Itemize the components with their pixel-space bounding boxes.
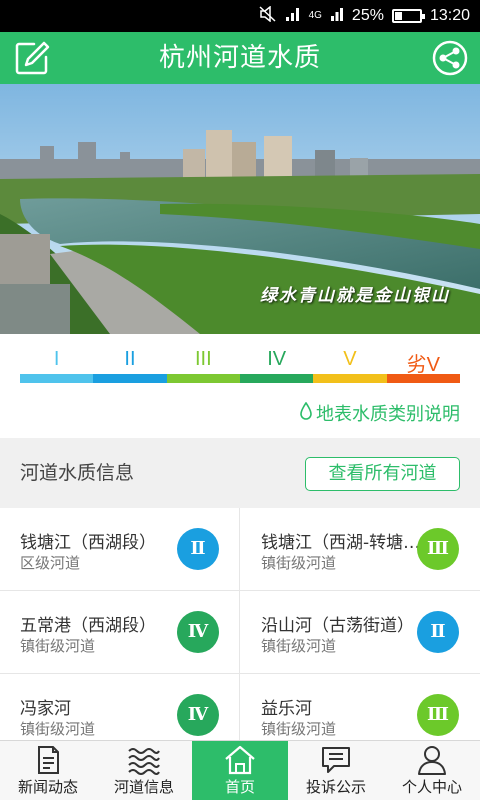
news-icon: [31, 745, 65, 775]
signal-icon-2: [330, 6, 344, 27]
explanation-link-text: 地表水质类别说明: [316, 404, 460, 425]
river-card[interactable]: 沿山河（古荡街道） 镇街级河道 Ⅱ: [240, 591, 480, 674]
user-icon: [415, 745, 449, 775]
river-card[interactable]: 钱塘江（西湖段） 区级河道 Ⅱ: [0, 508, 240, 591]
grade-badge: Ⅱ: [417, 611, 459, 653]
river-level: 镇街级河道: [261, 554, 337, 572]
banner-image[interactable]: 绿水青山就是金山银山: [0, 84, 480, 334]
legend-swatch-4: [239, 374, 314, 383]
legend-labels: I II III IV V 劣V: [20, 348, 460, 377]
water-quality-legend: I II III IV V 劣V 地表水质类别说明: [0, 334, 480, 438]
water-drop-icon: [300, 401, 312, 425]
river-card[interactable]: 钱塘江（西湖-转塘段） 镇街级河道 Ⅲ: [240, 508, 480, 591]
river-name: 钱塘江（西湖-转塘段）: [261, 533, 421, 553]
river-level: 镇街级河道: [261, 637, 337, 655]
app-header: 杭州河道水质: [0, 32, 480, 84]
river-level: 镇街级河道: [20, 720, 96, 738]
river-level: 区级河道: [20, 554, 81, 572]
battery-percent: 25%: [351, 7, 384, 24]
river-section-header: 河道水质信息 查看所有河道: [0, 438, 480, 508]
river-name: 五常港（西湖段）: [20, 616, 156, 636]
river-card[interactable]: 益乐河 镇街级河道 Ⅲ: [240, 674, 480, 740]
battery-icon: [391, 9, 425, 23]
river-level: 镇街级河道: [261, 720, 337, 738]
status-bar: 4G 25% 13:20: [0, 0, 480, 32]
view-all-rivers-button[interactable]: 查看所有河道: [305, 457, 460, 491]
legend-swatch-5: [313, 374, 387, 383]
grade-badge: Ⅲ: [417, 694, 459, 736]
clock: 13:20: [429, 7, 470, 24]
nav-label: 新闻动态: [17, 778, 78, 796]
legend-label-3: III: [194, 348, 212, 370]
nav-label: 投诉公示: [305, 778, 366, 796]
share-icon[interactable]: [432, 40, 468, 76]
river-grid: 钱塘江（西湖段） 区级河道 Ⅱ 钱塘江（西湖-转塘段） 镇街级河道 Ⅲ 五常港（…: [0, 508, 480, 740]
river-waves-icon: [127, 745, 161, 775]
river-name: 冯家河: [20, 699, 71, 719]
legend-swatch-6: [386, 374, 460, 383]
network-type: 4G: [308, 10, 322, 21]
nav-label: 河道信息: [113, 778, 174, 796]
signal-icon: [285, 6, 301, 27]
river-level: 镇街级河道: [20, 637, 96, 655]
legend-color-bar: [20, 374, 460, 383]
banner-caption: 绿水青山就是金山银山: [260, 286, 450, 306]
legend-swatch-2: [93, 374, 167, 383]
section-title: 河道水质信息: [20, 462, 135, 484]
legend-swatch-3: [166, 374, 240, 383]
nav-label: 个人中心: [401, 778, 462, 796]
river-name: 益乐河: [261, 699, 312, 719]
legend-label-5: V: [343, 348, 357, 370]
grade-badge: Ⅳ: [177, 611, 219, 653]
edit-icon[interactable]: [14, 40, 50, 76]
legend-swatch-1: [20, 374, 94, 383]
legend-label-2: II: [124, 348, 136, 370]
page-title: 杭州河道水质: [158, 43, 321, 73]
nav-label: 首页: [224, 778, 255, 796]
grade-badge: Ⅱ: [177, 528, 219, 570]
grade-badge: Ⅳ: [177, 694, 219, 736]
nav-home[interactable]: 首页: [192, 741, 288, 800]
nav-rivers[interactable]: 河道信息: [96, 741, 192, 800]
complaint-message-icon: [319, 745, 353, 775]
river-name: 钱塘江（西湖段）: [20, 533, 156, 553]
legend-label-1: I: [53, 348, 60, 370]
home-icon: [223, 745, 257, 775]
legend-label-4: IV: [267, 348, 287, 370]
river-card[interactable]: 冯家河 镇街级河道 Ⅳ: [0, 674, 240, 740]
bottom-navigation: 新闻动态 河道信息 首页 投诉公示 个人中心: [0, 740, 480, 800]
nav-complaints[interactable]: 投诉公示: [288, 741, 384, 800]
river-name: 沿山河（古荡街道）: [261, 616, 414, 636]
river-card[interactable]: 五常港（西湖段） 镇街级河道 Ⅳ: [0, 591, 240, 674]
mute-icon: [259, 4, 277, 27]
nav-profile[interactable]: 个人中心: [384, 741, 480, 800]
legend-label-6: 劣V: [406, 354, 440, 376]
grade-badge: Ⅲ: [417, 528, 459, 570]
water-class-explanation-link[interactable]: 地表水质类别说明: [300, 400, 460, 426]
nav-news[interactable]: 新闻动态: [0, 741, 96, 800]
